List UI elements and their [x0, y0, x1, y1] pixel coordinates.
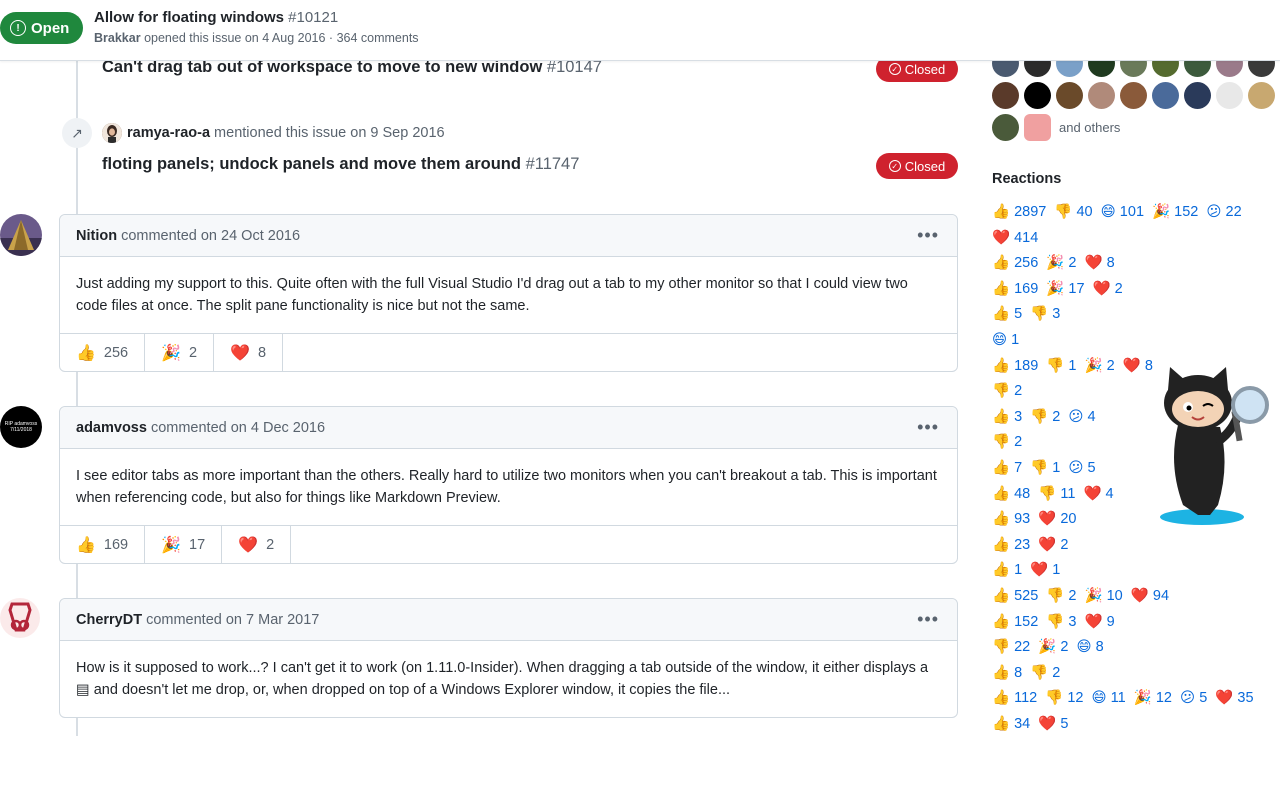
avatar[interactable] — [1216, 82, 1243, 109]
comment-date[interactable]: commented on 4 Dec 2016 — [151, 420, 325, 436]
reaction-summary-line[interactable]: 👍 23 ❤️ 2 — [992, 533, 1272, 559]
reactions-heading: Reactions — [992, 171, 1062, 187]
xref-issue-11747[interactable]: floting panels; undock panels and move t… — [102, 155, 579, 174]
reaction-summary-line[interactable]: 👍 152 👎 3 ❤️ 9 — [992, 610, 1272, 636]
reaction-summary-line[interactable]: ❤️ 414 — [992, 226, 1272, 252]
reaction-count: 2 — [189, 345, 198, 361]
avatar[interactable] — [0, 598, 40, 638]
reaction-thumbs-up[interactable]: 👍 169 — [60, 526, 146, 564]
closed-label: Closed — [904, 61, 946, 77]
avatar[interactable] — [1120, 82, 1147, 109]
cross-reference-icon: ↗ — [62, 118, 92, 148]
comment-body: Just adding my support to this. Quite of… — [76, 276, 908, 314]
reaction-hooray[interactable]: 🎉 17 — [145, 526, 223, 564]
state-label: Open — [31, 19, 70, 37]
mention-desc: mentioned this issue on 9 Sep 2016 — [214, 125, 445, 141]
thumbs-up-icon: 👍 — [76, 537, 96, 554]
heart-icon: ❤️ — [230, 345, 251, 362]
reaction-heart[interactable]: ❤️ 2 — [222, 526, 292, 564]
avatar[interactable] — [1088, 82, 1115, 109]
tada-icon: 🎉 — [161, 345, 182, 362]
reaction-summary-line[interactable]: 👍 525 👎 2 🎉 10 ❤️ 94 — [992, 584, 1272, 610]
kebab-horizontal-icon[interactable]: ••• — [917, 225, 939, 246]
tada-icon: 🎉 — [161, 537, 182, 554]
avatar[interactable] — [1248, 82, 1275, 109]
reaction-summary-line[interactable]: 👍 112 👎 12 😄 11 🎉 12 😕 5 ❤️ 35 — [992, 686, 1272, 712]
closed-label: Closed — [904, 158, 946, 174]
reaction-count: 169 — [103, 537, 129, 553]
avatar[interactable] — [1024, 114, 1051, 141]
xref-number: #11747 — [525, 155, 580, 173]
issue-meta: Brakkar opened this issue on 4 Aug 2016 … — [94, 31, 419, 45]
issue-author[interactable]: Brakkar — [94, 31, 141, 45]
avatar[interactable] — [1184, 82, 1211, 109]
comment: Nition commented on 24 Oct 2016 ••• Just… — [59, 214, 958, 372]
reaction-summary-line[interactable]: 👍 169 🎉 17 ❤️ 2 — [992, 277, 1272, 303]
reaction-summary-line[interactable]: 👍 34 ❤️ 5 — [992, 712, 1272, 738]
avatar[interactable] — [992, 82, 1019, 109]
issue-open-icon: ! — [10, 20, 26, 36]
comment-reactions: 👍 256 🎉 2 ❤️ 8 — [60, 333, 957, 372]
comment-header: adamvoss commented on 4 Dec 2016 ••• — [60, 407, 957, 449]
reaction-count: 17 — [189, 537, 206, 553]
reaction-summary-line[interactable]: 👎 22 🎉 2 😄 8 — [992, 635, 1272, 661]
reaction-summary-line[interactable]: 👍 5 👎 3 — [992, 302, 1272, 328]
heart-icon: ❤️ — [238, 537, 259, 554]
sticky-header: ! Open Allow for floating windows #10121… — [0, 0, 1280, 61]
issue-closed-icon: ✓ — [888, 63, 901, 75]
avatar[interactable]: RIP adamvoss 7/11/2018 — [0, 406, 42, 448]
reaction-summary-line[interactable]: 👍 8 👎 2 — [992, 661, 1272, 687]
avatar[interactable] — [0, 214, 42, 256]
octocat-detective-icon — [1160, 367, 1269, 525]
reaction-count: 8 — [258, 345, 267, 361]
reaction-summary-line[interactable]: 👍 2897 👎 40 😄 101 🎉 152 😕 22 — [992, 200, 1272, 226]
comment-header: CherryDT commented on 7 Mar 2017 ••• — [60, 599, 957, 641]
reaction-summary-line[interactable]: 👍 1 ❤️ 1 — [992, 558, 1272, 584]
kebab-horizontal-icon[interactable]: ••• — [917, 417, 939, 438]
issue-meta-text: opened this issue on 4 Aug 2016 · 364 co… — [144, 31, 419, 45]
avatar[interactable] — [1056, 82, 1083, 109]
avatar[interactable] — [102, 123, 122, 143]
avatar-text: RIP adamvoss 7/11/2018 — [4, 421, 38, 433]
avatar[interactable] — [1024, 82, 1051, 109]
comment: CherryDT commented on 7 Mar 2017 ••• How… — [59, 598, 958, 718]
closed-badge: ✓ Closed — [876, 153, 958, 179]
comment-header: Nition commented on 24 Oct 2016 ••• — [60, 215, 957, 257]
issue-closed-icon: ✓ — [888, 160, 901, 172]
reaction-hooray[interactable]: 🎉 2 — [145, 334, 215, 372]
state-badge-open: ! Open — [0, 12, 84, 44]
comment-author[interactable]: Nition — [76, 228, 117, 244]
comment-author[interactable]: CherryDT — [76, 612, 142, 628]
kebab-horizontal-icon[interactable]: ••• — [917, 609, 939, 630]
reaction-summary-line[interactable]: 👍 256 🎉 2 ❤️ 8 — [992, 251, 1272, 277]
issue-title[interactable]: Allow for floating windows #10121 — [94, 9, 338, 26]
mention-text: ramya-rao-a mentioned this issue on 9 Se… — [127, 125, 445, 141]
mention-event: ↗ ramya-rao-a mentioned this issue on 9 … — [62, 118, 445, 148]
participants: and others — [992, 50, 1280, 146]
reaction-summary-line[interactable]: 😄 1 — [992, 328, 1272, 354]
issue-number: #10121 — [288, 9, 339, 26]
thumbs-up-icon: 👍 — [76, 345, 96, 362]
comment-date[interactable]: commented on 24 Oct 2016 — [121, 228, 300, 244]
avatar[interactable] — [992, 114, 1019, 141]
comment-body: I see editor tabs as more important than… — [76, 468, 937, 506]
comment: adamvoss commented on 4 Dec 2016 ••• I s… — [59, 406, 958, 564]
issue-title-text[interactable]: Allow for floating windows — [94, 9, 284, 26]
mention-user[interactable]: ramya-rao-a — [127, 125, 210, 141]
comment-date[interactable]: commented on 7 Mar 2017 — [146, 612, 319, 628]
comment-reactions: 👍 169 🎉 17 ❤️ 2 — [60, 525, 957, 564]
reaction-count: 2 — [266, 537, 275, 553]
reaction-heart[interactable]: ❤️ 8 — [214, 334, 284, 372]
xref-title[interactable]: floting panels; undock panels and move t… — [102, 155, 521, 173]
and-others-link[interactable]: and others — [1059, 114, 1120, 141]
reaction-thumbs-up[interactable]: 👍 256 — [60, 334, 146, 372]
comment-author[interactable]: adamvoss — [76, 420, 147, 436]
reaction-count: 256 — [103, 345, 129, 361]
avatar[interactable] — [1152, 82, 1179, 109]
comment-body: How is it supposed to work...? I can't g… — [76, 660, 929, 698]
